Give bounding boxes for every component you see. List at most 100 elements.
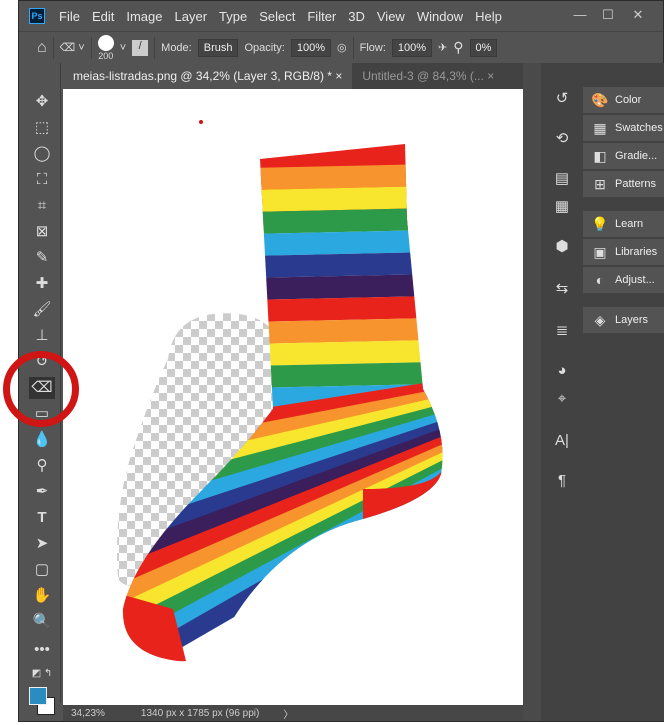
- panel-patterns[interactable]: ⊞ Patterns: [583, 171, 664, 197]
- panel-layers[interactable]: ◈ Layers: [583, 307, 664, 333]
- panel-swatches[interactable]: ▦ Swatches: [583, 115, 664, 141]
- close-button[interactable]: ✕: [625, 5, 651, 25]
- foreground-color-swatch[interactable]: [29, 687, 47, 705]
- notes-icon[interactable]: ▦: [549, 195, 575, 219]
- smoothing-input[interactable]: 0%: [469, 38, 498, 57]
- eyedropper-tool-icon[interactable]: ✎: [29, 247, 55, 269]
- hand-tool-icon[interactable]: ✋: [29, 585, 55, 607]
- menu-layer[interactable]: Layer: [169, 9, 214, 24]
- eraser-preset-icon[interactable]: ⌫ ˅: [60, 41, 85, 54]
- menu-type[interactable]: Type: [213, 9, 253, 24]
- menu-select[interactable]: Select: [253, 9, 301, 24]
- blur-tool-icon[interactable]: 💧: [29, 429, 55, 451]
- 3d-icon[interactable]: ⬢: [549, 235, 575, 259]
- type-tool-icon[interactable]: T: [29, 507, 55, 529]
- sock-stripe: [122, 295, 443, 325]
- sock-stripe: [122, 207, 443, 237]
- lasso-tool-icon[interactable]: ◯: [29, 143, 55, 165]
- marquee-tool-icon[interactable]: ⬚: [29, 117, 55, 139]
- panel-learn[interactable]: 💡 Learn: [583, 211, 664, 237]
- flow-input[interactable]: 100%: [391, 38, 433, 57]
- options-bar: ⌂ ⌫ ˅ 200 ˅ / Mode: Brush Opacity: 100% …: [19, 31, 663, 63]
- search-icon[interactable]: ⚲: [453, 39, 463, 56]
- maximize-button[interactable]: ☐: [595, 5, 621, 25]
- home-icon[interactable]: ⌂: [37, 39, 47, 57]
- divider: [154, 36, 156, 59]
- menu-bar: Ps File Edit Image Layer Type Select Fil…: [19, 1, 663, 31]
- sock-stripe: [122, 185, 443, 215]
- lightbulb-icon: 💡: [591, 215, 609, 232]
- channels-icon[interactable]: ◕: [549, 359, 575, 383]
- brush-settings-panel-icon[interactable]: ≣: [549, 319, 575, 343]
- path-select-tool-icon[interactable]: ➤: [29, 533, 55, 555]
- vertical-scrollbar[interactable]: [523, 63, 541, 721]
- menu-edit[interactable]: Edit: [86, 9, 120, 24]
- stamp-tool-icon[interactable]: ⊥: [29, 325, 55, 347]
- panel-label: Gradie...: [615, 150, 658, 162]
- panel-adjustments[interactable]: ◐ Adjust...: [583, 267, 664, 293]
- airbrush-icon[interactable]: ✈: [438, 41, 447, 54]
- opacity-label: Opacity:: [244, 41, 285, 54]
- shape-tool-icon[interactable]: ▢: [29, 559, 55, 581]
- menu-help[interactable]: Help: [469, 9, 508, 24]
- healing-brush-tool-icon[interactable]: ✚: [29, 273, 55, 295]
- character-icon[interactable]: A|: [549, 429, 575, 453]
- history-icon[interactable]: ↺: [549, 87, 575, 111]
- grid-icon: ▦: [593, 119, 607, 136]
- menu-image[interactable]: Image: [120, 9, 168, 24]
- red-dot: [199, 120, 203, 124]
- pressure-opacity-icon[interactable]: ◎: [337, 41, 347, 54]
- pen-tool-icon[interactable]: ✒: [29, 481, 55, 503]
- flow-label: Flow:: [359, 41, 386, 54]
- panel-color[interactable]: 🎨 Color: [583, 87, 664, 113]
- paths-icon[interactable]: ⌖: [549, 387, 575, 411]
- tab-meias-listradas[interactable]: meias-listradas.png @ 34,2% (Layer 3, RG…: [63, 63, 353, 89]
- status-menu-arrow[interactable]: 〉: [259, 706, 293, 721]
- swap-colors-icon[interactable]: ◩ ↰: [29, 663, 55, 685]
- palette-icon: 🎨: [591, 91, 609, 108]
- actions-icon[interactable]: ⟲: [549, 127, 575, 151]
- minimize-button[interactable]: —: [567, 5, 593, 25]
- document-canvas[interactable]: [63, 89, 523, 705]
- object-select-tool-icon[interactable]: ⛶: [29, 169, 55, 191]
- brush-tool-icon[interactable]: 🖌: [29, 299, 55, 321]
- close-tab-icon[interactable]: ×: [487, 69, 494, 83]
- chevron-down-icon[interactable]: ˅: [120, 42, 126, 54]
- zoom-level[interactable]: 34,23%: [63, 708, 115, 719]
- move-tool-icon[interactable]: ✥: [29, 91, 55, 113]
- close-tab-icon[interactable]: ×: [335, 69, 342, 83]
- frame-tool-icon[interactable]: ⊠: [29, 221, 55, 243]
- red-annotation-circle: [3, 351, 79, 427]
- tab-untitled-3[interactable]: Untitled-3 @ 84,3% (... ×: [352, 63, 504, 89]
- sock-stripe: [122, 251, 443, 281]
- menu-view[interactable]: View: [371, 9, 411, 24]
- panel-libraries[interactable]: ▣ Libraries: [583, 239, 664, 265]
- brush-settings-icon[interactable]: /: [132, 39, 149, 56]
- properties-icon[interactable]: ▤: [549, 167, 575, 191]
- paragraph-icon[interactable]: ¶: [549, 469, 575, 493]
- timeline-icon[interactable]: ⇆: [549, 277, 575, 301]
- menu-filter[interactable]: Filter: [301, 9, 342, 24]
- panel-dock: 🎨 Color ▦ Swatches ◧ Gradie... ⊞ Patterns 💡 L…: [581, 63, 664, 721]
- panel-label: Learn: [615, 218, 644, 230]
- brush-tip-icon: [97, 34, 114, 51]
- menu-3d[interactable]: 3D: [342, 9, 371, 24]
- crop-tool-icon[interactable]: ⌗: [29, 195, 55, 217]
- sock-stripe: [122, 339, 443, 369]
- more-tools-icon[interactable]: •••: [29, 639, 55, 661]
- divider: [352, 36, 354, 59]
- menu-window[interactable]: Window: [411, 9, 469, 24]
- menu-file[interactable]: File: [53, 9, 86, 24]
- gradient-icon: ◧: [593, 147, 607, 164]
- opacity-input[interactable]: 100%: [290, 38, 331, 57]
- photoshop-logo: Ps: [29, 8, 45, 24]
- panel-gradients[interactable]: ◧ Gradie...: [583, 143, 664, 169]
- mode-select[interactable]: Brush: [197, 38, 239, 57]
- brush-preset-picker[interactable]: 200: [97, 34, 114, 61]
- panel-label: Swatches: [615, 122, 663, 134]
- patterns-icon: ⊞: [594, 175, 606, 192]
- collapsed-panel-dock: ↺ ⟲ ▤ ▦ ⬢ ⇆ ≣ ◕ ⌖ A| ¶: [541, 63, 581, 721]
- zoom-tool-icon[interactable]: 🔍: [29, 611, 55, 633]
- tab-label: Untitled-3 @ 84,3% (...: [362, 69, 484, 83]
- dodge-tool-icon[interactable]: ⚲: [29, 455, 55, 477]
